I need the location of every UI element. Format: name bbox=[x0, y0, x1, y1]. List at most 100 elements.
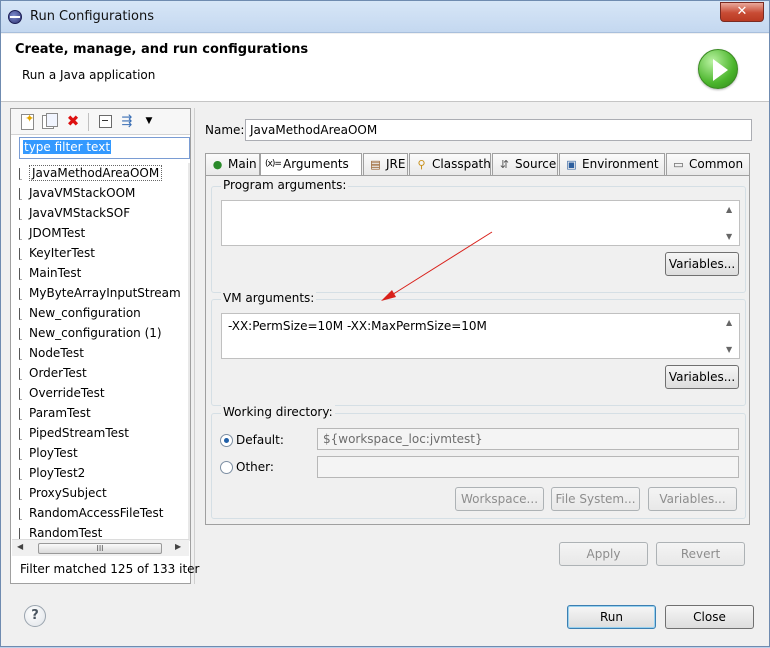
list-item[interactable]: OrderTest bbox=[14, 363, 188, 383]
list-item-label: New_configuration bbox=[29, 306, 141, 320]
default-radio[interactable] bbox=[220, 434, 233, 447]
other-radio[interactable] bbox=[220, 461, 233, 474]
tab-arguments[interactable]: (x)= Arguments bbox=[260, 153, 362, 176]
list-item[interactable]: JavaMethodAreaOOM bbox=[14, 163, 188, 183]
list-item-label: KeyIterTest bbox=[29, 246, 95, 260]
program-arguments-title: Program arguments: bbox=[221, 178, 349, 192]
scroll-down-icon[interactable]: ▼ bbox=[726, 345, 732, 354]
list-item-label: ProxySubject bbox=[29, 486, 107, 500]
list-item-label: OrderTest bbox=[29, 366, 87, 380]
duplicate-icon[interactable] bbox=[41, 113, 58, 130]
scroll-thumb[interactable]: III bbox=[38, 543, 162, 554]
tab-classpath[interactable]: ⚲ Classpath bbox=[409, 153, 491, 175]
apply-button[interactable]: Apply bbox=[559, 542, 648, 566]
filter-text-input[interactable]: type filter text bbox=[19, 137, 190, 159]
source-icon: ⇵ bbox=[499, 158, 510, 171]
list-item[interactable]: ParamTest bbox=[14, 403, 188, 423]
collapse-all-icon[interactable] bbox=[97, 113, 113, 130]
other-directory-field[interactable] bbox=[317, 456, 739, 478]
tab-source[interactable]: ⇵ Source bbox=[492, 153, 558, 175]
list-item[interactable]: MainTest bbox=[14, 263, 188, 283]
close-button[interactable]: Close bbox=[665, 605, 754, 629]
tab-environment[interactable]: ▣ Environment bbox=[559, 153, 665, 175]
list-item[interactable]: JavaVMStackOOM bbox=[14, 183, 188, 203]
default-directory-field: ${workspace_loc:jvmtest} bbox=[317, 428, 739, 450]
vm-arguments-group: VM arguments: -XX:PermSize=10M -XX:MaxPe… bbox=[211, 291, 746, 406]
working-directory-group: Working directory: Default: ${workspace_… bbox=[211, 405, 746, 519]
delete-icon[interactable]: ✖ bbox=[65, 113, 81, 130]
list-item[interactable]: JDOMTest bbox=[14, 223, 188, 243]
default-label: Default: bbox=[236, 433, 284, 447]
workspace-button[interactable]: Workspace... bbox=[455, 487, 544, 511]
vm-variables-button[interactable]: Variables... bbox=[665, 365, 739, 389]
list-item[interactable]: New_configuration bbox=[14, 303, 188, 323]
program-arguments-input[interactable]: ▲ ▼ bbox=[221, 200, 740, 246]
tab-common[interactable]: ▭ Common bbox=[666, 153, 750, 175]
list-item-label: JavaVMStackOOM bbox=[29, 186, 136, 200]
list-item-label: OverrideTest bbox=[29, 386, 105, 400]
scroll-down-icon[interactable]: ▼ bbox=[726, 232, 732, 241]
environment-icon: ▣ bbox=[566, 158, 577, 171]
configurations-tree-panel: ✖ ⇶ ▼ type filter text JavaMethodAreaOOM… bbox=[10, 108, 199, 584]
run-button[interactable]: Run bbox=[567, 605, 656, 629]
filter-status: Filter matched 125 of 133 iter bbox=[20, 562, 200, 576]
list-item[interactable]: PloyTest bbox=[14, 443, 188, 463]
working-directory-title: Working directory: bbox=[221, 405, 335, 419]
list-item[interactable]: New_configuration (1) bbox=[14, 323, 188, 343]
scroll-right-icon[interactable]: ▶ bbox=[175, 542, 181, 551]
list-item-label: NodeTest bbox=[29, 346, 84, 360]
list-item[interactable]: KeyIterTest bbox=[14, 243, 188, 263]
list-item[interactable]: ProxySubject bbox=[14, 483, 188, 503]
scroll-up-icon[interactable]: ▲ bbox=[726, 318, 732, 327]
list-item[interactable]: NodeTest bbox=[14, 343, 188, 363]
file-system-button[interactable]: File System... bbox=[551, 487, 640, 511]
tab-classpath-label: Classpath bbox=[432, 157, 491, 171]
view-menu-icon[interactable]: ▼ bbox=[141, 113, 157, 130]
list-item[interactable]: MyByteArrayInputStream bbox=[14, 283, 188, 303]
tree-vertical-scrollbar[interactable] bbox=[188, 163, 190, 541]
program-variables-button[interactable]: Variables... bbox=[665, 252, 739, 276]
tab-main-label: Main bbox=[228, 157, 257, 171]
scroll-left-icon[interactable]: ◀ bbox=[17, 542, 23, 551]
list-item-label: JavaMethodAreaOOM bbox=[29, 165, 163, 181]
tree-horizontal-scrollbar[interactable]: ◀ III ▶ bbox=[12, 539, 189, 556]
filter-placeholder: type filter text bbox=[23, 140, 112, 154]
list-item-label: MainTest bbox=[29, 266, 82, 280]
vm-arguments-scrollbar[interactable]: ▲ ▼ bbox=[722, 314, 739, 358]
tab-jre[interactable]: ▤ JRE bbox=[363, 153, 408, 175]
list-item[interactable]: OverrideTest bbox=[14, 383, 188, 403]
list-item-label: PloyTest2 bbox=[29, 466, 86, 480]
new-launch-config-icon[interactable] bbox=[19, 110, 35, 130]
filter-icon[interactable]: ⇶ bbox=[119, 113, 135, 130]
tab-jre-label: JRE bbox=[386, 157, 406, 171]
classpath-icon: ⚲ bbox=[417, 158, 426, 171]
scroll-up-icon[interactable]: ▲ bbox=[726, 205, 732, 214]
vm-arguments-title: VM arguments: bbox=[221, 291, 317, 305]
tree-toolbar: ✖ ⇶ ▼ bbox=[11, 109, 190, 135]
name-input[interactable]: JavaMethodAreaOOM bbox=[245, 119, 752, 141]
list-item[interactable]: PloyTest2 bbox=[14, 463, 188, 483]
configuration-list: JavaMethodAreaOOM JavaVMStackOOM JavaVMSta… bbox=[14, 163, 188, 541]
help-icon[interactable]: ? bbox=[24, 605, 46, 627]
config-tabs: ● Main (x)= Arguments ▤ JRE ⚲ Classpath ⇵ Sou… bbox=[205, 153, 750, 176]
list-item[interactable]: JavaVMStackSOF bbox=[14, 203, 188, 223]
program-arguments-scrollbar[interactable]: ▲ ▼ bbox=[722, 201, 739, 245]
list-item[interactable]: RandomAccessFileTest bbox=[14, 503, 188, 523]
toolbar-separator bbox=[88, 113, 89, 131]
list-item-label: PipedStreamTest bbox=[29, 426, 129, 440]
list-item[interactable]: PipedStreamTest bbox=[14, 423, 188, 443]
working-variables-button[interactable]: Variables... bbox=[648, 487, 737, 511]
tab-main[interactable]: ● Main bbox=[205, 153, 260, 175]
window-title: Run Configurations bbox=[30, 9, 154, 24]
eclipse-icon bbox=[8, 10, 22, 24]
list-item-label: RandomAccessFileTest bbox=[29, 506, 164, 520]
vm-arguments-input[interactable]: -XX:PermSize=10M -XX:MaxPermSize=10M ▲ ▼ bbox=[221, 313, 740, 359]
revert-button[interactable]: Revert bbox=[656, 542, 745, 566]
tab-environment-label: Environment bbox=[582, 157, 659, 171]
arguments-icon: (x)= bbox=[265, 159, 282, 169]
jre-icon: ▤ bbox=[370, 158, 381, 171]
list-item-label: PloyTest bbox=[29, 446, 78, 460]
list-item-label: JavaVMStackSOF bbox=[29, 206, 131, 220]
other-label: Other: bbox=[236, 460, 274, 474]
close-window-button[interactable]: ✕ bbox=[720, 2, 764, 22]
